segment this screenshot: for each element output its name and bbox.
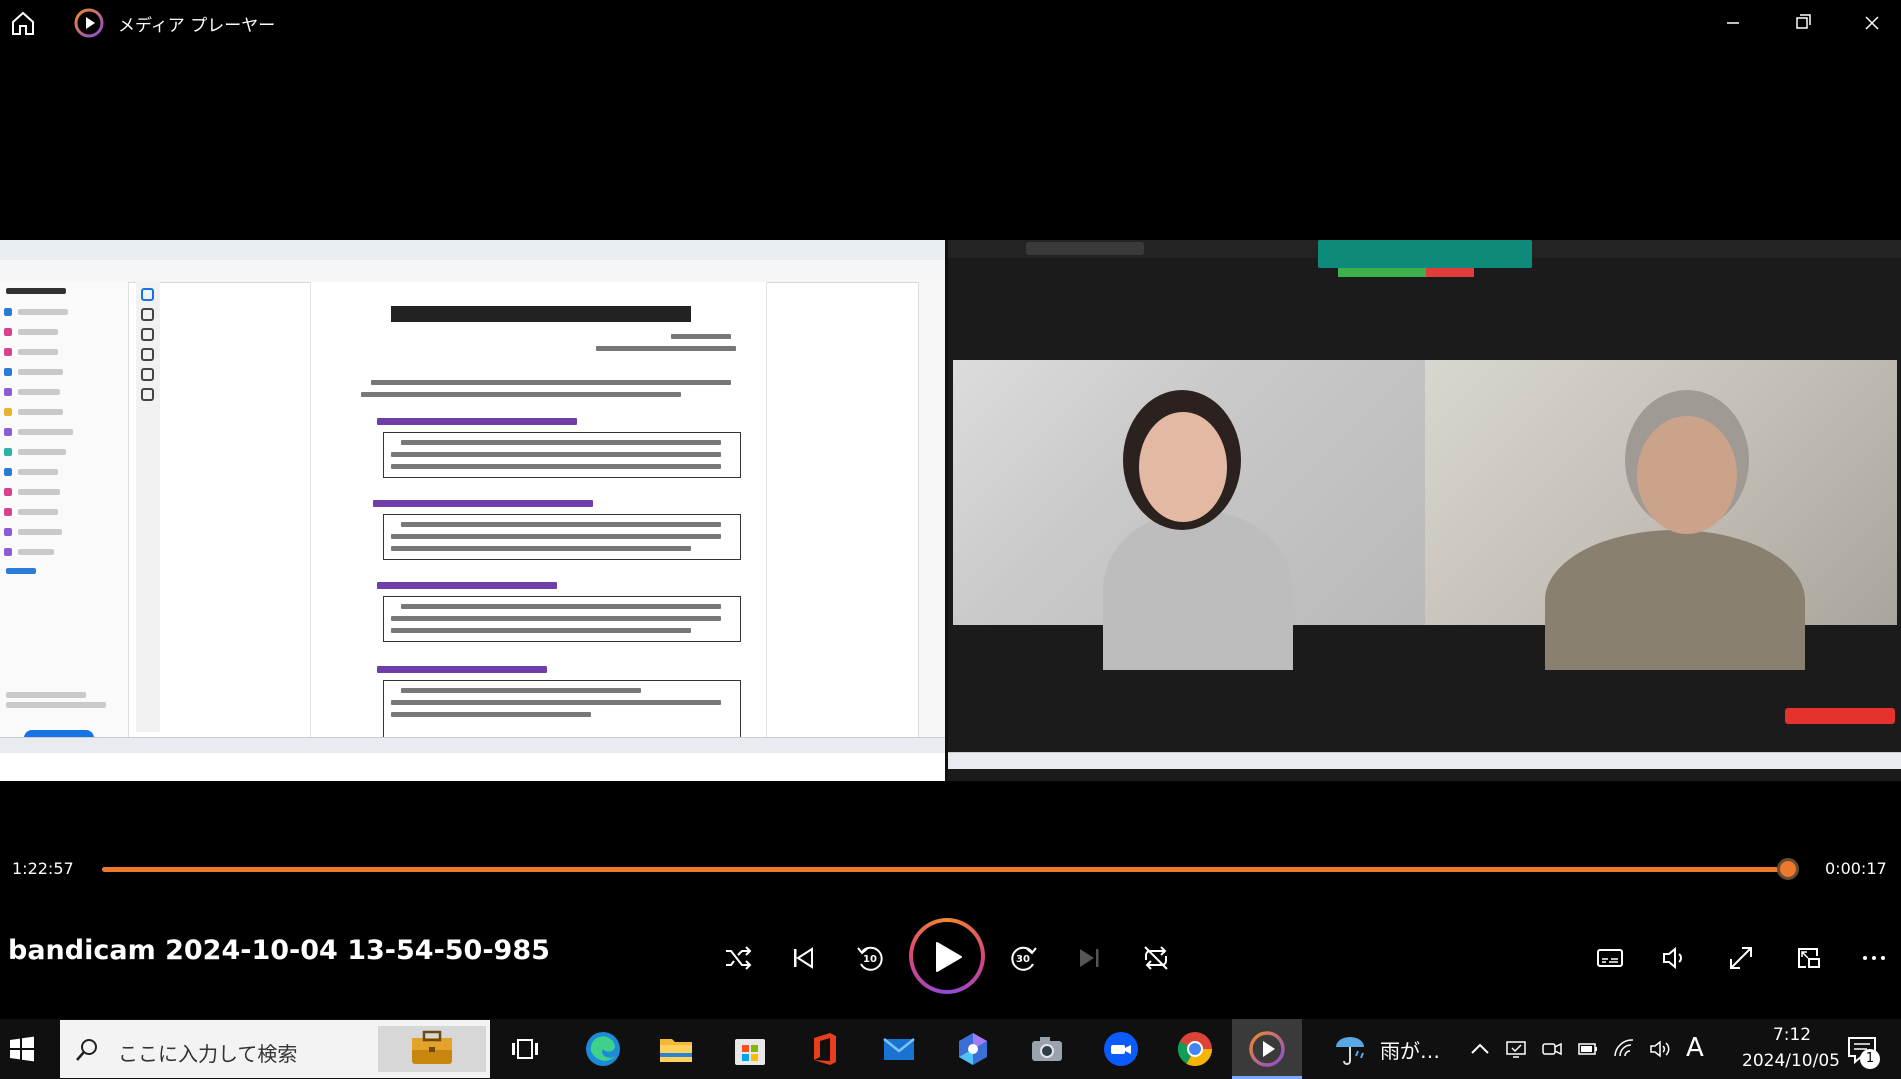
- repeat-off-icon: [1144, 946, 1168, 970]
- search-placeholder: ここに入力して検索: [118, 1042, 298, 1066]
- windows-taskbar: ここに入力して検索 雨が… A 7:12 2024/10/05 1: [0, 1019, 1901, 1079]
- skip-back-seconds: 10: [863, 954, 877, 965]
- skip-back-button[interactable]: 10: [852, 940, 888, 976]
- volume-icon: [1663, 946, 1682, 970]
- office-icon[interactable]: [805, 1029, 845, 1069]
- skip-previous-icon: [794, 947, 813, 969]
- app-title: メディア プレーヤー: [118, 16, 276, 36]
- clock-time[interactable]: 7:12: [1752, 1025, 1832, 1045]
- battery-icon[interactable]: [1576, 1037, 1600, 1061]
- edge-icon[interactable]: [583, 1029, 623, 1069]
- mail-icon[interactable]: [879, 1029, 919, 1069]
- video-zoom-share-badge: [1338, 268, 1426, 277]
- video-zoom-meeting-pill: [1026, 242, 1144, 255]
- speaker-icon[interactable]: [1648, 1037, 1672, 1061]
- repeat-button[interactable]: [1138, 940, 1174, 976]
- restore-button[interactable]: [1783, 8, 1823, 38]
- more-icon: [1863, 956, 1885, 960]
- home-icon[interactable]: [8, 8, 38, 38]
- notification-count-badge: 1: [1860, 1049, 1880, 1069]
- video-pdf-right-rail: [918, 282, 945, 737]
- seek-bar[interactable]: [102, 858, 1799, 880]
- video-pdf-tabbar: [0, 240, 945, 261]
- video-content-pdf-viewer: [0, 240, 945, 781]
- mini-player-icon: [1798, 948, 1820, 968]
- camera-icon[interactable]: [1027, 1029, 1067, 1069]
- taskbar-search-box[interactable]: ここに入力して検索: [60, 1020, 490, 1078]
- chevron-up-icon[interactable]: [1468, 1037, 1492, 1061]
- next-button[interactable]: [1071, 940, 1107, 976]
- media-player-icon: [1249, 1031, 1285, 1067]
- video-content-zoom-meeting: [948, 240, 1901, 781]
- skip-forward-button[interactable]: 30: [1006, 940, 1042, 976]
- wifi-icon[interactable]: [1612, 1037, 1636, 1061]
- current-time: 1:22:57: [12, 859, 74, 878]
- camera-in-use-icon[interactable]: [1540, 1037, 1564, 1061]
- media-player-taskbar-button[interactable]: [1232, 1019, 1302, 1079]
- title-bar: メディア プレーヤー: [0, 0, 1901, 46]
- fullscreen-icon: [1730, 947, 1752, 969]
- clock-date[interactable]: 2024/10/05: [1726, 1051, 1856, 1071]
- video-pdf-document-page: [310, 282, 767, 737]
- search-icon: [76, 1039, 97, 1061]
- mini-player-button[interactable]: [1790, 940, 1826, 976]
- video-participant-tile-2: [1425, 360, 1897, 670]
- video-pdf-tool-panel: [0, 282, 129, 737]
- play-button[interactable]: [909, 918, 985, 994]
- video-pdf-taskbar: [0, 737, 945, 753]
- skip-forward-seconds: 30: [1016, 954, 1030, 965]
- minimize-button[interactable]: [1713, 8, 1753, 38]
- windows-logo-icon: [10, 1036, 34, 1062]
- copilot-icon[interactable]: [953, 1029, 993, 1069]
- skip-next-icon: [1080, 949, 1099, 967]
- ime-indicator[interactable]: A: [1686, 1033, 1704, 1063]
- play-icon: [936, 942, 962, 972]
- search-highlight-icon[interactable]: [378, 1026, 486, 1072]
- chrome-icon[interactable]: [1175, 1029, 1215, 1069]
- video-zoom-leave-button: [1785, 708, 1895, 724]
- task-view-icon[interactable]: [505, 1029, 545, 1069]
- seek-progress: [102, 867, 1788, 872]
- media-player-logo-icon: [74, 8, 104, 38]
- video-participant-tile-1: [953, 360, 1425, 670]
- volume-button[interactable]: [1656, 940, 1692, 976]
- windows-start-button[interactable]: [8, 1035, 36, 1063]
- file-explorer-icon[interactable]: [656, 1029, 696, 1069]
- fullscreen-button[interactable]: [1723, 940, 1759, 976]
- project-screen-icon[interactable]: [1504, 1037, 1528, 1061]
- shuffle-button[interactable]: [720, 940, 756, 976]
- subtitles-icon: [1597, 949, 1623, 967]
- video-zoom-notification: [1318, 240, 1532, 268]
- remaining-time: 0:00:17: [1825, 859, 1887, 878]
- subtitles-button[interactable]: [1592, 940, 1628, 976]
- video-frame[interactable]: [0, 240, 1901, 781]
- microsoft-store-icon[interactable]: [730, 1029, 770, 1069]
- video-zoom-stop-badge: [1426, 268, 1474, 277]
- shuffle-icon: [726, 946, 752, 970]
- video-pdf-menubar: [0, 260, 945, 283]
- video-zoom-taskbar: [948, 752, 1901, 769]
- video-pdf-icon-bar: [136, 282, 160, 732]
- weather-text[interactable]: 雨が…: [1380, 1035, 1440, 1064]
- zoom-icon[interactable]: [1101, 1029, 1141, 1069]
- weather-rain-icon[interactable]: [1330, 1029, 1370, 1069]
- more-options-button[interactable]: [1856, 940, 1892, 976]
- seek-thumb[interactable]: [1776, 858, 1799, 880]
- close-button[interactable]: [1852, 8, 1892, 38]
- previous-button[interactable]: [785, 940, 821, 976]
- media-title: bandicam 2024-10-04 13-54-50-985: [8, 935, 550, 966]
